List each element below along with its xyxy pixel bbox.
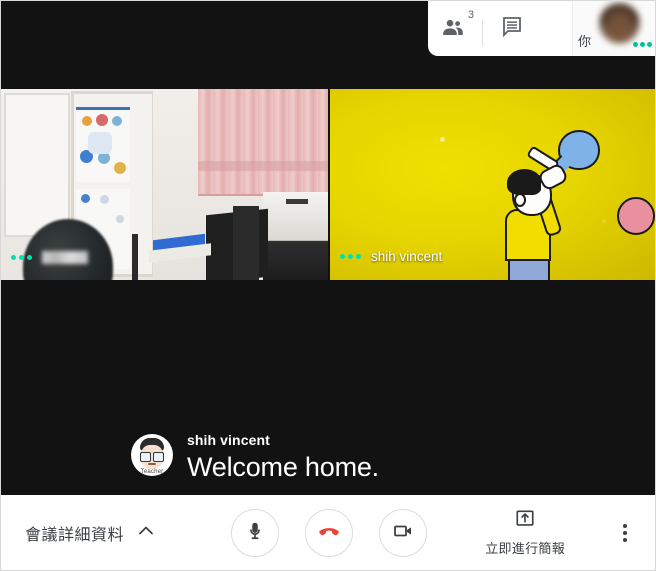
avatar-badge-label: Teacher: [140, 469, 164, 475]
toolbar-divider: [482, 19, 483, 46]
meet-window: shih vincent Teacher shih vincent Welcom…: [0, 0, 656, 571]
live-caption: Teacher shih vincent Welcome home.: [131, 431, 379, 484]
self-view-label: 你: [578, 34, 592, 49]
poster-dot: [112, 116, 122, 126]
dark-equipment-2: [233, 206, 259, 280]
cartoon-eye: [536, 186, 541, 192]
tile-right-name-overlay: shih vincent: [340, 249, 442, 264]
avatar-mouth: [148, 463, 156, 465]
tile-left-name-overlay: [11, 251, 88, 264]
self-view-tile[interactable]: 你: [572, 1, 655, 56]
cartoon-ear: [514, 193, 526, 207]
caption-text-block: shih vincent Welcome home.: [187, 431, 379, 484]
avatar-glasses-icon: [140, 452, 164, 462]
bottom-toolbar: 會議詳細資料 立即進行簡報: [1, 495, 655, 570]
present-now-button[interactable]: 立即進行簡報: [485, 509, 565, 557]
microphone-button[interactable]: [231, 509, 279, 557]
video-tile-right[interactable]: shih vincent: [330, 89, 655, 280]
participants-count: 3: [467, 9, 474, 21]
more-vertical-icon[interactable]: [609, 514, 641, 552]
poster-figure: [88, 132, 112, 154]
poster-dot: [82, 116, 92, 126]
printer: [263, 192, 328, 280]
poster-dot: [116, 215, 124, 223]
caption-transcript: Welcome home.: [187, 452, 379, 483]
caption-avatar: Teacher: [131, 434, 173, 476]
present-upload-icon: [514, 509, 536, 534]
tile-left-participant-name: [42, 251, 88, 264]
video-stage: shih vincent Teacher shih vincent Welcom…: [1, 1, 655, 495]
audio-indicator-icon: [340, 254, 361, 259]
toolbar-right-group: 立即進行簡報: [485, 509, 641, 557]
video-camera-icon: [391, 519, 415, 548]
poster-dot: [114, 162, 126, 174]
cabinet-left-panel: [4, 93, 70, 237]
tile-right-participant-name: shih vincent: [371, 249, 443, 264]
pink-ball-shape: [617, 197, 655, 235]
present-now-label: 立即進行簡報: [485, 541, 565, 556]
poster-dot: [96, 114, 108, 126]
cabinet-dark-strip: [132, 234, 138, 280]
balloon-shape: [558, 130, 600, 170]
speck: [602, 219, 606, 223]
printer-panel: [286, 199, 308, 204]
curtain-band: [198, 161, 328, 171]
audio-indicator-icon: [11, 255, 32, 260]
video-tile-left[interactable]: [1, 89, 328, 280]
microphone-icon: [244, 520, 266, 547]
video-tile-row: shih vincent: [1, 89, 655, 280]
poster-dot: [100, 195, 109, 204]
chat-icon: [500, 15, 524, 44]
poster-top: [76, 107, 130, 182]
people-icon: 3: [441, 10, 474, 42]
speck: [440, 137, 445, 142]
caption-speaker-name: shih vincent: [187, 432, 270, 448]
poster-dot: [81, 194, 90, 203]
participants-button[interactable]: 3: [428, 8, 478, 52]
self-avatar: [599, 3, 640, 44]
hangup-button[interactable]: [305, 509, 353, 557]
camera-button[interactable]: [379, 509, 427, 557]
top-controls-panel: 3 你: [428, 1, 655, 56]
pink-curtain: [198, 89, 328, 196]
chat-button[interactable]: [487, 8, 537, 52]
top-controls-buttons: 3: [428, 1, 537, 56]
phone-hangup-icon: [316, 518, 342, 549]
self-audio-indicator-icon: [633, 42, 652, 47]
